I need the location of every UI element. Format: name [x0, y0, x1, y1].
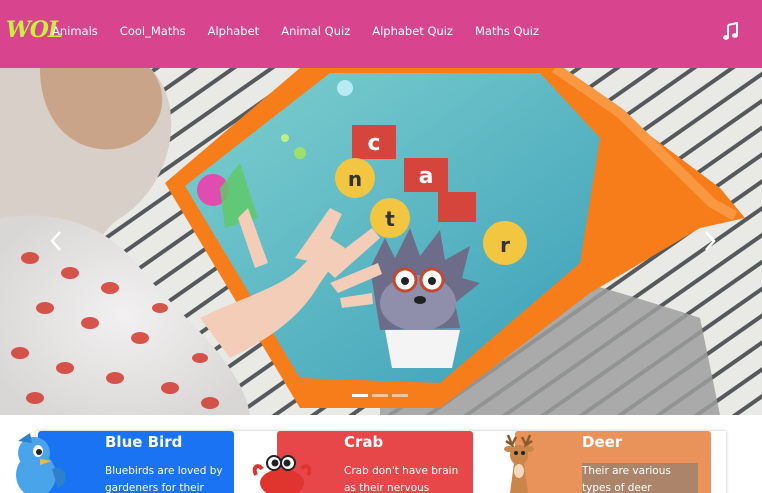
carousel-indicator[interactable] — [372, 394, 388, 397]
card-description: Their are various types of deer — [582, 463, 698, 493]
card-description: Crab don't have brain as their nervous s… — [344, 465, 459, 493]
animal-cards-section: Blue Bird Bluebirds are loved by gardene… — [0, 415, 762, 493]
bluebird-icon — [16, 433, 66, 493]
card-description: Bluebirds are loved by gardeners for the… — [105, 465, 223, 493]
music-note-icon[interactable] — [722, 21, 740, 42]
nav-links: Animals Cool_Maths Alphabet Animal Quiz … — [52, 24, 561, 38]
carousel-prev-button[interactable] — [42, 226, 72, 256]
nav-link-animals[interactable]: Animals — [52, 24, 98, 38]
tile-letter-a: a — [419, 164, 434, 189]
nav-link-alphabet[interactable]: Alphabet — [208, 24, 260, 38]
nav-link-alphabet-quiz[interactable]: Alphabet Quiz — [372, 24, 453, 38]
carousel-indicator[interactable] — [352, 394, 368, 397]
card-title: Deer — [582, 433, 623, 451]
tile-letter-r: r — [500, 233, 510, 257]
nav-link-animal-quiz[interactable]: Animal Quiz — [281, 24, 350, 38]
tile-letter-t: t — [385, 207, 395, 231]
card-title: Crab — [344, 433, 384, 451]
carousel-indicator[interactable] — [392, 394, 408, 397]
carousel-next-button[interactable] — [694, 226, 724, 256]
hero-carousel: c a n t r — [0, 68, 762, 415]
navbar: WOL Animals Cool_Maths Alphabet Animal Q… — [0, 0, 762, 68]
chevron-left-icon — [50, 231, 61, 251]
tile-letter-c: c — [367, 131, 380, 156]
nav-link-cool-maths[interactable]: Cool_Maths — [120, 24, 186, 38]
deer-icon — [504, 434, 534, 493]
card-title: Blue Bird — [105, 433, 183, 451]
nav-link-maths-quiz[interactable]: Maths Quiz — [475, 24, 539, 38]
chevron-right-icon — [705, 231, 716, 251]
tile-letter-n: n — [348, 167, 362, 191]
carousel-indicators — [352, 394, 408, 397]
crab-icon — [252, 455, 312, 493]
hero-illustration: c a n t r — [0, 68, 762, 415]
